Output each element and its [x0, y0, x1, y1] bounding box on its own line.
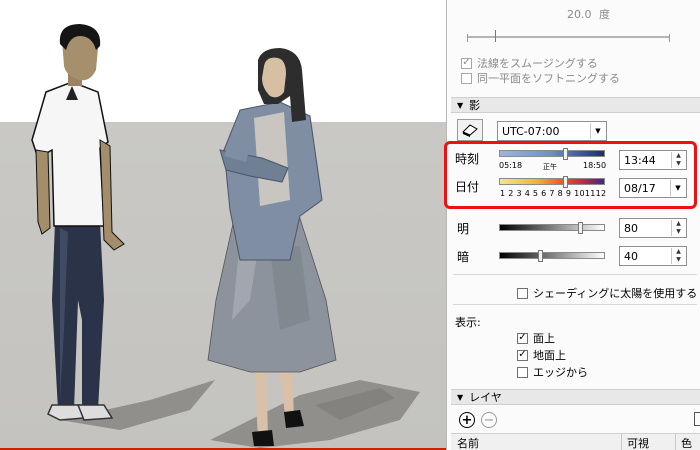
shadows-section-header[interactable]: ▼ 影 — [451, 97, 700, 113]
divider — [453, 304, 697, 305]
use-sun-option[interactable]: シェーディングに太陽を使用する — [517, 285, 697, 301]
on-ground-option[interactable]: ✓ 地面上 — [517, 347, 566, 363]
layer-visible-column[interactable]: 可視 — [627, 435, 649, 450]
dark-slider-thumb[interactable] — [538, 250, 543, 262]
man-figure — [31, 24, 125, 421]
angle-slider-thumb[interactable] — [495, 30, 496, 42]
light-label: 明 — [457, 222, 470, 236]
dark-value: 40 — [624, 249, 638, 263]
light-spinner[interactable]: ▲ ▼ — [671, 220, 685, 236]
remove-layer-icon[interactable]: − — [481, 412, 497, 428]
soften-coplanar-checkbox[interactable] — [461, 72, 472, 84]
display-label: 表示: — [455, 316, 481, 329]
layers-title: レイヤ — [469, 391, 502, 404]
on-faces-option[interactable]: ✓ 面上 — [517, 330, 555, 346]
shadows-title: 影 — [469, 99, 481, 112]
woman-figure — [207, 48, 337, 446]
layer-details-icon[interactable] — [694, 412, 700, 426]
soften-coplanar-label: 同一平面をソフトニングする — [477, 72, 620, 85]
angle-slider[interactable] — [467, 36, 669, 38]
angle-value: 20.0 — [567, 8, 592, 21]
on-ground-checkbox[interactable]: ✓ — [517, 349, 528, 361]
dark-input[interactable]: 40 ▲ ▼ — [619, 246, 687, 266]
light-input[interactable]: 80 ▲ ▼ — [619, 218, 687, 238]
ground-shadows — [60, 380, 420, 448]
on-ground-label: 地面上 — [533, 349, 566, 362]
layers-table-header — [451, 433, 700, 450]
collapse-triangle-icon: ▼ — [457, 392, 464, 402]
collapse-triangle-icon: ▼ — [457, 100, 464, 110]
layers-section-header[interactable]: ▼ レイヤ — [451, 389, 700, 405]
smooth-normals-checkbox[interactable]: ✓ — [461, 57, 472, 69]
add-layer-icon[interactable]: + — [459, 412, 475, 428]
angle-unit: 度 — [599, 8, 610, 21]
from-edges-option[interactable]: エッジから — [517, 364, 588, 380]
on-faces-checkbox[interactable]: ✓ — [517, 332, 528, 344]
scene-drawing — [31, 24, 420, 448]
angle-slider-tick-end — [669, 34, 670, 42]
column-divider — [621, 433, 622, 450]
column-divider — [675, 433, 676, 450]
timezone-select[interactable]: UTC-07:00 ▼ — [497, 121, 607, 141]
toggle-shadows-button[interactable] — [457, 119, 483, 141]
divider — [453, 274, 697, 275]
default-tray-panel: 20.0 度 ✓ 法線をスムージングする 同一平面をソフトニングする ▼ 影 U… — [446, 0, 700, 450]
soften-coplanar-option[interactable]: 同一平面をソフトニングする — [461, 70, 620, 86]
dark-spinner[interactable]: ▲ ▼ — [671, 248, 685, 264]
timezone-value: UTC-07:00 — [502, 124, 560, 138]
layer-name-column[interactable]: 名前 — [457, 435, 479, 450]
light-slider[interactable] — [499, 224, 605, 231]
light-value: 80 — [624, 221, 638, 235]
dark-slider[interactable] — [499, 252, 605, 259]
dark-label: 暗 — [457, 250, 470, 264]
from-edges-checkbox[interactable] — [517, 366, 528, 378]
smooth-normals-option[interactable]: ✓ 法線をスムージングする — [461, 55, 598, 71]
use-sun-checkbox[interactable] — [517, 287, 528, 299]
eraser-shadow-icon — [462, 124, 478, 137]
angle-slider-tick-start — [467, 34, 468, 42]
smooth-normals-label: 法線をスムージングする — [477, 57, 598, 70]
on-faces-label: 面上 — [533, 332, 555, 345]
light-slider-thumb[interactable] — [578, 222, 583, 234]
layer-color-column[interactable]: 色 — [681, 435, 692, 450]
use-sun-label: シェーディングに太陽を使用する — [533, 287, 698, 300]
chevron-down-icon: ▼ — [590, 123, 605, 139]
from-edges-label: エッジから — [533, 366, 588, 379]
model-viewport[interactable] — [0, 0, 446, 450]
angle-readout: 20.0 度 — [567, 6, 610, 22]
time-date-highlight — [444, 141, 697, 209]
